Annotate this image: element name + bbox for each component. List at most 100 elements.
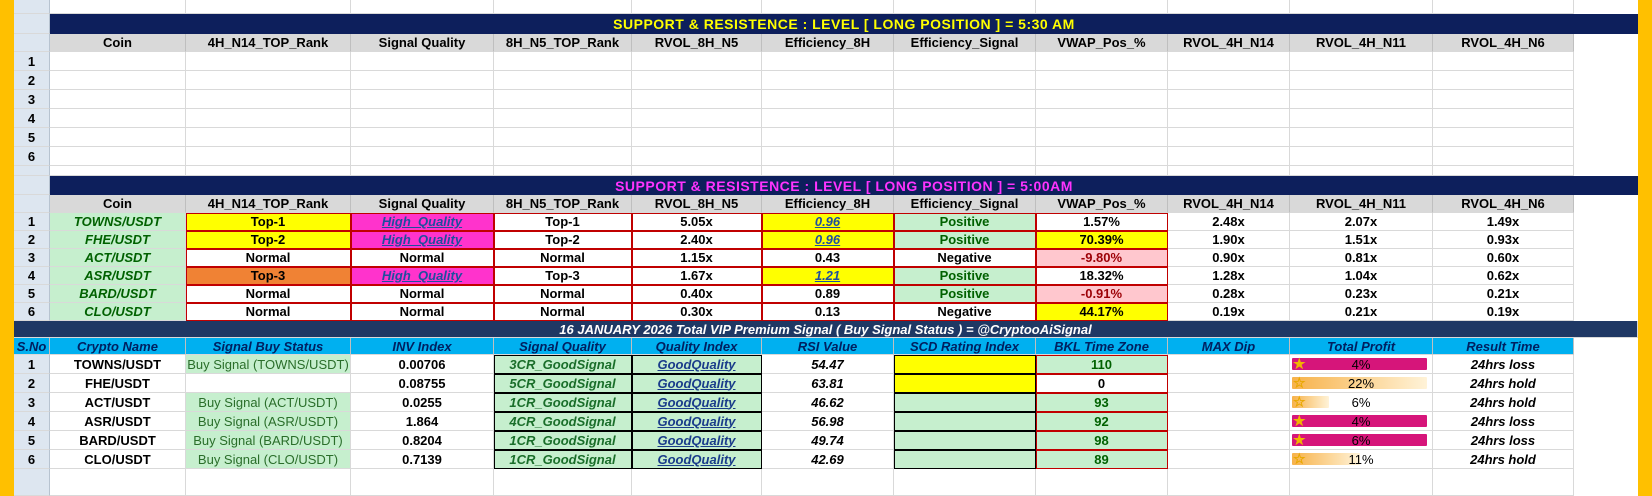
cell[interactable] <box>186 0 351 14</box>
cell[interactable] <box>351 166 494 176</box>
cell[interactable] <box>1290 52 1433 71</box>
cell[interactable] <box>186 469 351 496</box>
rvol-4h-n14[interactable]: 2.48x <box>1168 213 1290 231</box>
efficiency-signal[interactable]: Negative <box>894 249 1036 267</box>
max-dip[interactable] <box>1168 450 1290 469</box>
rank-4h-n14[interactable]: Top-2 <box>186 231 351 249</box>
cell[interactable] <box>632 109 762 128</box>
vwap-pos[interactable]: 44.17% <box>1036 303 1168 321</box>
rank-4h-n14[interactable]: Normal <box>186 303 351 321</box>
signal-quality-cr[interactable]: 5CR_GoodSignal <box>494 374 632 393</box>
quality-index[interactable]: GoodQuality <box>632 393 762 412</box>
coin-name[interactable]: FHE/USDT <box>50 231 186 249</box>
cell[interactable] <box>762 52 894 71</box>
crypto-name[interactable]: FHE/USDT <box>50 374 186 393</box>
cell[interactable] <box>1168 71 1290 90</box>
cell[interactable] <box>14 166 50 176</box>
cell[interactable] <box>762 109 894 128</box>
cell[interactable] <box>1036 52 1168 71</box>
cell[interactable] <box>1290 0 1433 14</box>
scd-rating-index[interactable] <box>894 393 1036 412</box>
efficiency-8h[interactable]: 0.13 <box>762 303 894 321</box>
rank-4h-n14[interactable]: Top-1 <box>186 213 351 231</box>
rvol-8h-n5[interactable]: 2.40x <box>632 231 762 249</box>
cell[interactable] <box>50 71 186 90</box>
scd-rating-index[interactable] <box>894 374 1036 393</box>
cell[interactable] <box>762 147 894 166</box>
quality-index[interactable]: GoodQuality <box>632 355 762 374</box>
cell[interactable] <box>894 109 1036 128</box>
cell[interactable] <box>494 147 632 166</box>
cell[interactable] <box>351 109 494 128</box>
cell[interactable] <box>1036 469 1168 496</box>
cell[interactable] <box>351 469 494 496</box>
efficiency-8h[interactable]: 0.96 <box>762 231 894 249</box>
cell[interactable] <box>1168 52 1290 71</box>
cell[interactable] <box>14 469 50 496</box>
total-profit[interactable]: ☆ 22% <box>1290 374 1433 393</box>
signal-buy-status[interactable]: Buy Signal (ACT/USDT) <box>186 393 351 412</box>
cell[interactable] <box>50 109 186 128</box>
cell[interactable] <box>186 90 351 109</box>
max-dip[interactable] <box>1168 393 1290 412</box>
vwap-pos[interactable]: 1.57% <box>1036 213 1168 231</box>
max-dip[interactable] <box>1168 431 1290 450</box>
efficiency-8h[interactable]: 0.96 <box>762 213 894 231</box>
inv-index[interactable]: 0.08755 <box>351 374 494 393</box>
rvol-4h-n14[interactable]: 1.28x <box>1168 267 1290 285</box>
rank-8h-n5[interactable]: Normal <box>494 285 632 303</box>
coin-name[interactable]: TOWNS/USDT <box>50 213 186 231</box>
cell[interactable] <box>1036 109 1168 128</box>
scd-rating-index[interactable] <box>894 412 1036 431</box>
cell[interactable] <box>1168 128 1290 147</box>
cell[interactable] <box>1168 147 1290 166</box>
result-time[interactable]: 24hrs loss <box>1433 412 1574 431</box>
cell[interactable] <box>50 147 186 166</box>
cell[interactable] <box>894 166 1036 176</box>
signal-quality[interactable]: Normal <box>351 249 494 267</box>
cell[interactable] <box>351 90 494 109</box>
cell[interactable] <box>762 0 894 14</box>
rvol-4h-n11[interactable]: 0.23x <box>1290 285 1433 303</box>
rvol-8h-n5[interactable]: 1.15x <box>632 249 762 267</box>
rvol-4h-n14[interactable]: 0.28x <box>1168 285 1290 303</box>
rank-8h-n5[interactable]: Normal <box>494 303 632 321</box>
signal-buy-status[interactable]: Buy Signal (CLO/USDT) <box>186 450 351 469</box>
cell[interactable] <box>1433 90 1574 109</box>
coin-name[interactable]: ACT/USDT <box>50 249 186 267</box>
inv-index[interactable]: 1.864 <box>351 412 494 431</box>
bkl-time-zone[interactable]: 93 <box>1036 393 1168 412</box>
cell[interactable] <box>494 469 632 496</box>
cell[interactable] <box>494 109 632 128</box>
cell[interactable] <box>1168 469 1290 496</box>
cell[interactable] <box>1036 147 1168 166</box>
efficiency-signal[interactable]: Positive <box>894 231 1036 249</box>
cell[interactable] <box>894 469 1036 496</box>
cell[interactable] <box>1433 147 1574 166</box>
rank-4h-n14[interactable]: Normal <box>186 249 351 267</box>
cell[interactable] <box>1433 109 1574 128</box>
cell[interactable] <box>1290 128 1433 147</box>
cell[interactable] <box>632 147 762 166</box>
inv-index[interactable]: 0.00706 <box>351 355 494 374</box>
cell[interactable] <box>1036 166 1168 176</box>
rank-4h-n14[interactable]: Normal <box>186 285 351 303</box>
rvol-8h-n5[interactable]: 0.40x <box>632 285 762 303</box>
cell[interactable] <box>1290 90 1433 109</box>
cell[interactable] <box>1433 71 1574 90</box>
cell[interactable] <box>762 469 894 496</box>
cell[interactable] <box>186 52 351 71</box>
cell[interactable] <box>1168 0 1290 14</box>
cell[interactable] <box>632 52 762 71</box>
cell[interactable] <box>762 128 894 147</box>
crypto-name[interactable]: TOWNS/USDT <box>50 355 186 374</box>
efficiency-8h[interactable]: 0.89 <box>762 285 894 303</box>
cell[interactable] <box>632 71 762 90</box>
cell[interactable] <box>50 166 186 176</box>
cell[interactable] <box>186 166 351 176</box>
rank-8h-n5[interactable]: Normal <box>494 249 632 267</box>
rvol-4h-n11[interactable]: 1.04x <box>1290 267 1433 285</box>
rvol-8h-n5[interactable]: 0.30x <box>632 303 762 321</box>
bkl-time-zone[interactable]: 98 <box>1036 431 1168 450</box>
cell[interactable] <box>351 147 494 166</box>
